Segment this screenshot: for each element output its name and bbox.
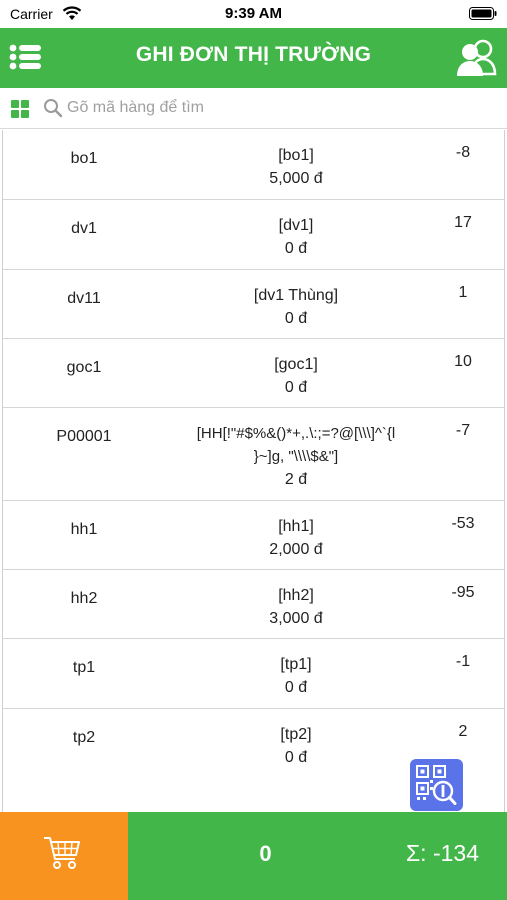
list-item[interactable]: goc1 [goc1] 0 đ 10: [3, 339, 504, 408]
list-item[interactable]: dv11 [dv1 Thùng] 0 đ 1: [3, 270, 504, 339]
list-item[interactable]: dv1 [dv1] 0 đ 17: [3, 200, 504, 270]
item-price: 0 đ: [284, 379, 308, 396]
item-qty: -7: [455, 422, 471, 439]
battery-icon: [469, 7, 497, 20]
item-price: 0 đ: [284, 679, 308, 696]
item-name: [hh2]: [278, 587, 314, 604]
grid-icon[interactable]: [11, 100, 29, 118]
item-code: goc1: [66, 359, 102, 376]
item-qty: -53: [451, 515, 475, 532]
item-name-price: [bo1] 5,000 đ: [171, 144, 421, 190]
item-name-price: [dv1] 0 đ: [171, 214, 421, 260]
list-item[interactable]: tp1 [tp1] 0 đ -1: [3, 639, 504, 709]
item-name: [tp2]: [280, 726, 312, 743]
item-code: P00001: [56, 428, 112, 445]
item-name-price: [tp1] 0 đ: [171, 653, 421, 699]
users-icon[interactable]: [455, 38, 499, 78]
item-name-price: [hh2] 3,000 đ: [171, 584, 421, 630]
item-code: hh2: [70, 590, 98, 607]
shopping-cart-icon: [44, 837, 80, 869]
search-icon: [44, 99, 63, 118]
order-sum: Σ: -134: [405, 840, 479, 866]
footer-bar: 0 Σ: -134: [0, 812, 507, 900]
cart-button[interactable]: [0, 812, 128, 900]
list-item[interactable]: P00001 [HH[!"#$%&()*+,.\:;=?@[\\\]^`{l }…: [3, 408, 504, 501]
item-price: 5,000 đ: [269, 170, 323, 187]
item-name-price: [tp2] 0 đ: [171, 723, 421, 769]
item-qty: -1: [455, 653, 471, 670]
product-list: bo1 [bo1] 5,000 đ -8 dv1 [dv1] 0 đ 17 dv…: [2, 130, 505, 812]
item-name-price: [hh1] 2,000 đ: [171, 515, 421, 561]
item-name: [dv1]: [278, 217, 314, 234]
item-name: [dv1 Thùng]: [253, 287, 339, 304]
order-count: 0: [259, 841, 272, 866]
item-code: tp1: [72, 659, 96, 676]
qr-scan-button[interactable]: [410, 759, 463, 811]
list-item[interactable]: hh2 [hh2] 3,000 đ -95: [3, 570, 504, 639]
item-qty: 1: [458, 284, 468, 301]
item-qty: -8: [455, 144, 471, 161]
item-name-line2: }~]g, "\\\\$&"]: [253, 448, 339, 465]
item-name-price: [goc1] 0 đ: [171, 353, 421, 399]
item-name: [bo1]: [278, 147, 314, 164]
status-bar: Carrier 9:39 AM: [0, 0, 507, 28]
item-price: 2 đ: [284, 471, 308, 488]
search-input[interactable]: [67, 94, 487, 122]
item-name-price: [HH[!"#$%&()*+,.\:;=?@[\\\]^`{l }~]g, "\…: [171, 422, 421, 491]
item-price: 3,000 đ: [269, 610, 323, 627]
item-code: bo1: [70, 150, 98, 167]
item-qty: 17: [454, 214, 472, 231]
order-summary[interactable]: 0 Σ: -134: [128, 812, 507, 900]
item-qty: -95: [451, 584, 475, 601]
page-title: GHI ĐƠN THỊ TRƯỜNG: [135, 43, 372, 66]
item-qty: 2: [458, 723, 468, 740]
item-price: 0 đ: [284, 749, 308, 766]
list-item[interactable]: bo1 [bo1] 5,000 đ -8: [3, 130, 504, 200]
item-price: 0 đ: [284, 310, 308, 327]
item-price: 2,000 đ: [269, 541, 323, 558]
search-bar: [0, 88, 507, 129]
item-name: [hh1]: [278, 518, 314, 535]
item-name: [tp1]: [280, 656, 312, 673]
item-code: tp2: [72, 729, 96, 746]
item-price: 0 đ: [284, 240, 308, 257]
item-code: dv11: [67, 290, 101, 307]
item-code: dv1: [71, 220, 97, 237]
list-item[interactable]: hh1 [hh1] 2,000 đ -53: [3, 501, 504, 570]
item-name-price: [dv1 Thùng] 0 đ: [171, 284, 421, 330]
item-name: [HH[!"#$%&()*+,.\:;=?@[\\\]^`{l: [196, 425, 396, 442]
item-qty: 10: [454, 353, 472, 370]
item-name: [goc1]: [274, 356, 318, 373]
app-header: GHI ĐƠN THỊ TRƯỜNG: [0, 28, 507, 88]
status-time: 9:39 AM: [225, 5, 282, 22]
item-code: hh1: [70, 521, 98, 538]
qr-search-icon: [416, 765, 457, 805]
